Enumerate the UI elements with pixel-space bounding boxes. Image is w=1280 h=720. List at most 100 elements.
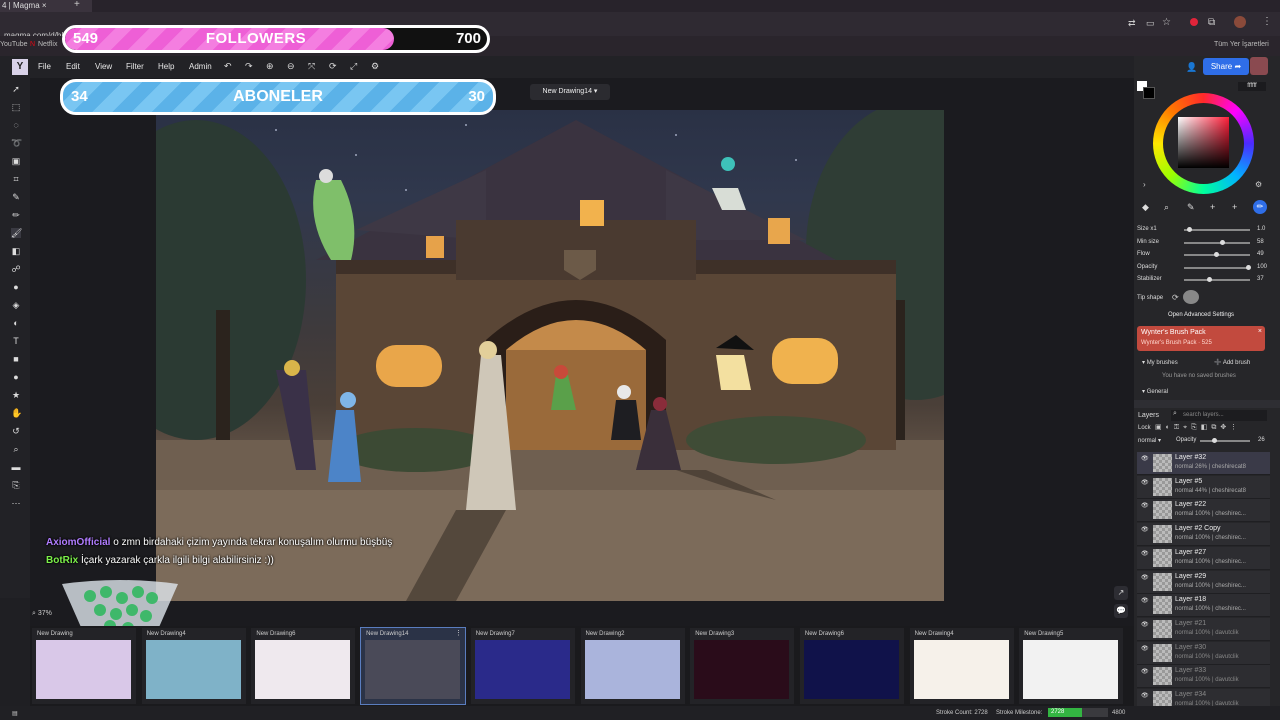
text-tool-icon[interactable]: T [11, 336, 21, 346]
document-tab[interactable]: New Drawing14 ▾ [530, 84, 610, 100]
zoom-in-icon[interactable]: ⊕ [266, 61, 274, 72]
menu-file[interactable]: File [38, 62, 51, 71]
brush-setting-slider[interactable] [1184, 277, 1250, 282]
close-icon[interactable]: × [1258, 328, 1262, 335]
layer-row[interactable]: 👁 Layer #5 normal 44% | cheshirecat8 [1137, 475, 1270, 499]
hex-input[interactable]: ffffff [1238, 82, 1266, 91]
ellipse-shape-icon[interactable]: ● [11, 372, 21, 382]
drawing-thumbnail[interactable]: New Drawing2 [580, 628, 685, 704]
brush-preset-4-icon[interactable]: + [1210, 202, 1215, 212]
active-brush-icon[interactable]: ✏ [1253, 200, 1267, 214]
cast-icon[interactable]: ▭ [1146, 18, 1155, 29]
more-tools-icon[interactable]: ⋯ [11, 498, 21, 508]
saturation-value-square[interactable] [1178, 117, 1229, 168]
extension-icon[interactable] [1190, 18, 1198, 26]
hand-tool-icon[interactable]: ✋ [11, 408, 22, 418]
app-logo[interactable]: Y [12, 59, 28, 75]
brush-setting-slider[interactable] [1184, 227, 1250, 232]
fit-icon[interactable]: ⤧ [308, 61, 315, 72]
close-icon[interactable]: × [42, 1, 47, 10]
transform-icon[interactable]: ▣ [11, 156, 21, 166]
refresh-icon[interactable]: ⟳ [1172, 293, 1179, 302]
menu-filter[interactable]: Filter [126, 62, 144, 71]
bookmark-netflix[interactable]: Netflix [38, 41, 57, 48]
general-section[interactable]: ▾ General [1142, 388, 1168, 395]
layout-icon[interactable]: ▤ [12, 710, 18, 717]
brush-strokes-preview[interactable] [1134, 400, 1280, 408]
menu-view[interactable]: View [95, 62, 112, 71]
zoom-out-icon[interactable]: ⊖ [287, 61, 295, 72]
eye-icon[interactable]: 👁 [1141, 621, 1149, 628]
drawing-thumbnail[interactable]: New Drawing [32, 628, 136, 704]
brush-setting-slider[interactable] [1184, 252, 1250, 257]
reference-icon[interactable]: ⎘ [11, 480, 21, 490]
eye-icon[interactable]: 👁 [1141, 645, 1149, 652]
brush-pack-banner[interactable]: Wynter's Brush Pack Wynter's Brush Pack … [1137, 326, 1265, 351]
slider-knob[interactable] [1206, 277, 1212, 282]
layer-row[interactable]: 👁 Layer #22 normal 100% | cheshirec... [1137, 499, 1270, 523]
bookmark-youtube[interactable]: YouTube [0, 41, 28, 48]
drawing-thumbnail[interactable]: New Drawing7 [470, 628, 575, 704]
smudge-icon[interactable]: ☍ [11, 264, 21, 274]
more-options-icon[interactable]: ⋮ [455, 629, 462, 637]
chevron-right-icon[interactable]: › [1143, 180, 1146, 189]
slider-knob[interactable] [1219, 240, 1225, 245]
star-shape-icon[interactable]: ★ [11, 390, 21, 400]
eye-icon[interactable]: 👁 [1141, 574, 1149, 581]
pencil-icon[interactable]: ✏ [11, 210, 21, 220]
rect-shape-icon[interactable]: ■ [11, 354, 21, 364]
brush-setting-slider[interactable] [1184, 240, 1250, 245]
brush-preset-1-icon[interactable]: ◆ [1142, 202, 1149, 213]
layer-row[interactable]: 👁 Layer #21 normal 100% | davutclik [1137, 617, 1270, 641]
bookmark-star-icon[interactable]: ☆ [1162, 17, 1171, 28]
gradient-icon[interactable]: ◐ [11, 318, 21, 328]
color-icon[interactable]: ● [11, 282, 21, 292]
add-brush-button[interactable]: ➕ Add brush [1214, 359, 1250, 366]
gear-icon[interactable]: ⚙ [1255, 180, 1262, 189]
zoom-indicator[interactable]: ⌕ 37% [32, 610, 52, 618]
layer-row[interactable]: 👁 Layer #29 normal 100% | cheshirec... [1137, 570, 1270, 594]
browser-menu-icon[interactable]: ⋮ [1262, 16, 1272, 27]
eye-icon[interactable]: 👁 [1141, 597, 1149, 604]
brush-preset-5-icon[interactable]: + [1232, 202, 1237, 212]
drawing-thumbnail[interactable]: New Drawing14 ⋮ [360, 627, 467, 705]
slider-knob[interactable] [1246, 265, 1251, 270]
eye-icon[interactable]: 👁 [1141, 692, 1149, 699]
drawing-canvas[interactable] [156, 110, 944, 601]
chat-bubble-icon[interactable]: 💬 [1114, 604, 1128, 618]
brush-icon[interactable]: 🖌 [11, 228, 22, 238]
blend-mode-select[interactable]: normal ▾ [1138, 437, 1161, 444]
my-brushes-label[interactable]: ▾ My brushes [1142, 359, 1178, 366]
eyedropper-icon[interactable]: ✎ [11, 192, 21, 202]
layer-row[interactable]: 👁 Layer #32 normal 26% | cheshirecat8 [1137, 452, 1270, 475]
select-ellipse-icon[interactable]: ◌ [11, 120, 21, 130]
layer-row[interactable]: 👁 Layer #27 normal 100% | cheshirec... [1137, 546, 1270, 570]
slider-knob[interactable] [1211, 438, 1217, 443]
eye-icon[interactable]: 👁 [1141, 479, 1149, 486]
zoom-tool-icon[interactable]: ⌕ [11, 444, 21, 454]
fill-icon[interactable]: ◈ [11, 300, 21, 310]
new-tab-button[interactable]: + [74, 0, 80, 10]
eraser-icon[interactable]: ◧ [11, 246, 21, 256]
brush-preset-2-icon[interactable]: ⌕ [1164, 202, 1169, 213]
eye-icon[interactable]: 👁 [1141, 502, 1149, 509]
drawing-thumbnail[interactable]: New Drawing5 [1019, 628, 1124, 704]
add-user-icon[interactable]: 👤 [1186, 62, 1197, 73]
select-rect-icon[interactable]: ⬚ [11, 102, 21, 112]
comment-icon[interactable]: ▬ [11, 462, 21, 472]
crop-icon[interactable]: ⌗ [11, 174, 21, 184]
layer-row[interactable]: 👁 Layer #18 normal 100% | cheshirec... [1137, 594, 1270, 618]
redo-icon[interactable]: ↷ [245, 61, 253, 72]
drawing-thumbnail[interactable]: New Drawing6 [799, 628, 904, 704]
rotate-icon[interactable]: ⟳ [329, 61, 337, 72]
all-bookmarks[interactable]: Tüm Yer İşaretleri [1214, 41, 1269, 48]
brush-setting-slider[interactable] [1184, 265, 1251, 270]
translate-icon[interactable]: ⇄ [1128, 18, 1136, 29]
layer-row[interactable]: 👁 Layer #33 normal 100% | davutclik [1137, 665, 1270, 689]
layer-lock-icons[interactable]: ▣◐⚿⌖⎘◧⧉✥⋮ [1155, 423, 1241, 432]
drawing-thumbnail[interactable]: New Drawing6 [251, 628, 356, 704]
rotate-view-icon[interactable]: ↺ [11, 426, 21, 436]
fullscreen-icon[interactable]: ⤢ [350, 61, 357, 72]
drawing-thumbnail[interactable]: New Drawing4 [141, 628, 246, 704]
profile-avatar[interactable] [1234, 16, 1246, 28]
